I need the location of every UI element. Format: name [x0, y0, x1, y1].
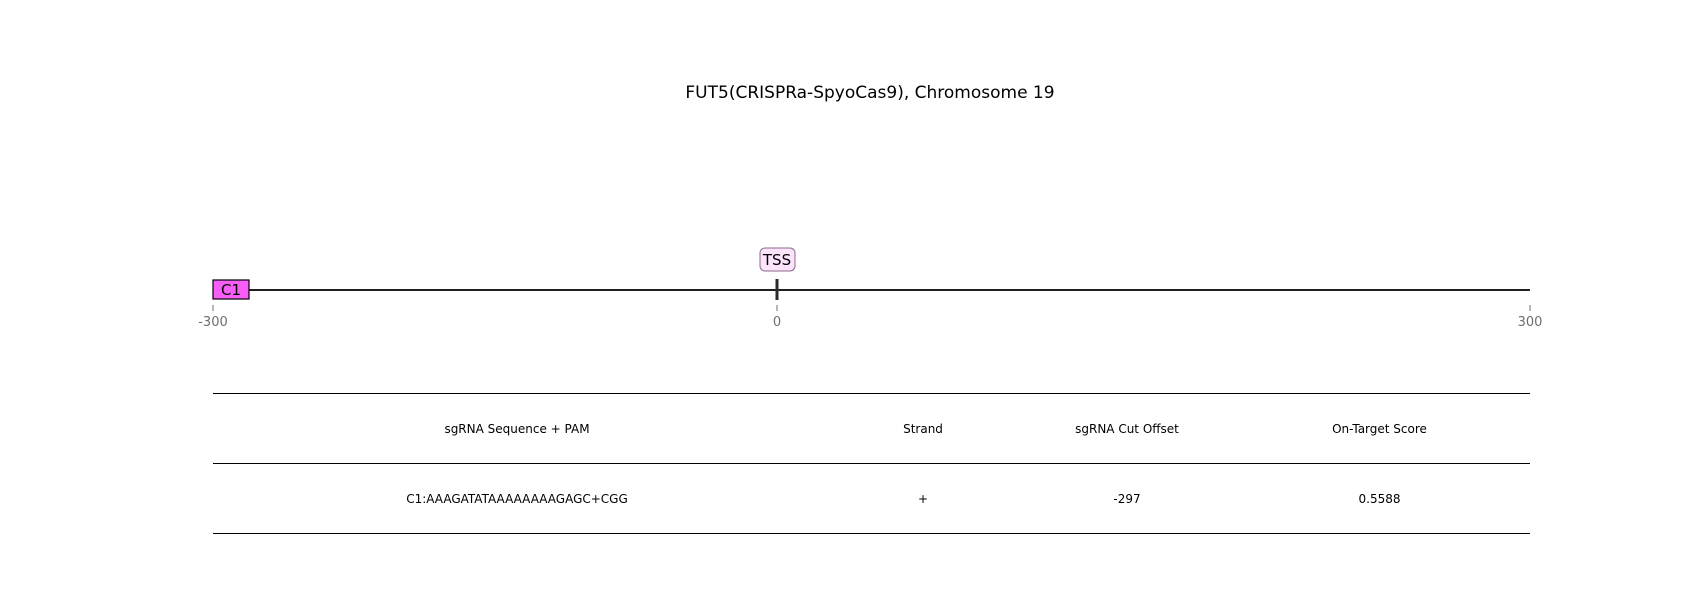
guide-c1-label: C1 — [221, 281, 241, 299]
header-cut-offset: sgRNA Cut Offset — [1075, 421, 1179, 436]
table-row: C1:AAAGATATAAAAAAAAGAGC+CGG + -297 0.558… — [213, 464, 1530, 534]
sgrna-table: sgRNA Sequence + PAM Strand sgRNA Cut Of… — [213, 393, 1530, 534]
cell-on-target-score: 0.5588 — [1358, 491, 1401, 506]
header-strand: Strand — [903, 421, 943, 436]
cell-strand: + — [917, 491, 929, 506]
tick-label-right: 300 — [1518, 315, 1543, 330]
promoter-track: -300 0 300 TSS C1 — [198, 247, 1543, 330]
tick-label-left: -300 — [198, 315, 228, 330]
cell-cut-offset: -297 — [1113, 491, 1141, 506]
table-header-row: sgRNA Sequence + PAM Strand sgRNA Cut Of… — [213, 393, 1530, 464]
header-on-target-score: On-Target Score — [1332, 421, 1427, 436]
tss-label: TSS — [762, 251, 791, 269]
tick-label-center: 0 — [773, 315, 781, 330]
cell-sequence-pam: C1:AAAGATATAAAAAAAAGAGC+CGG — [406, 491, 628, 506]
header-sequence-pam: sgRNA Sequence + PAM — [444, 421, 590, 436]
